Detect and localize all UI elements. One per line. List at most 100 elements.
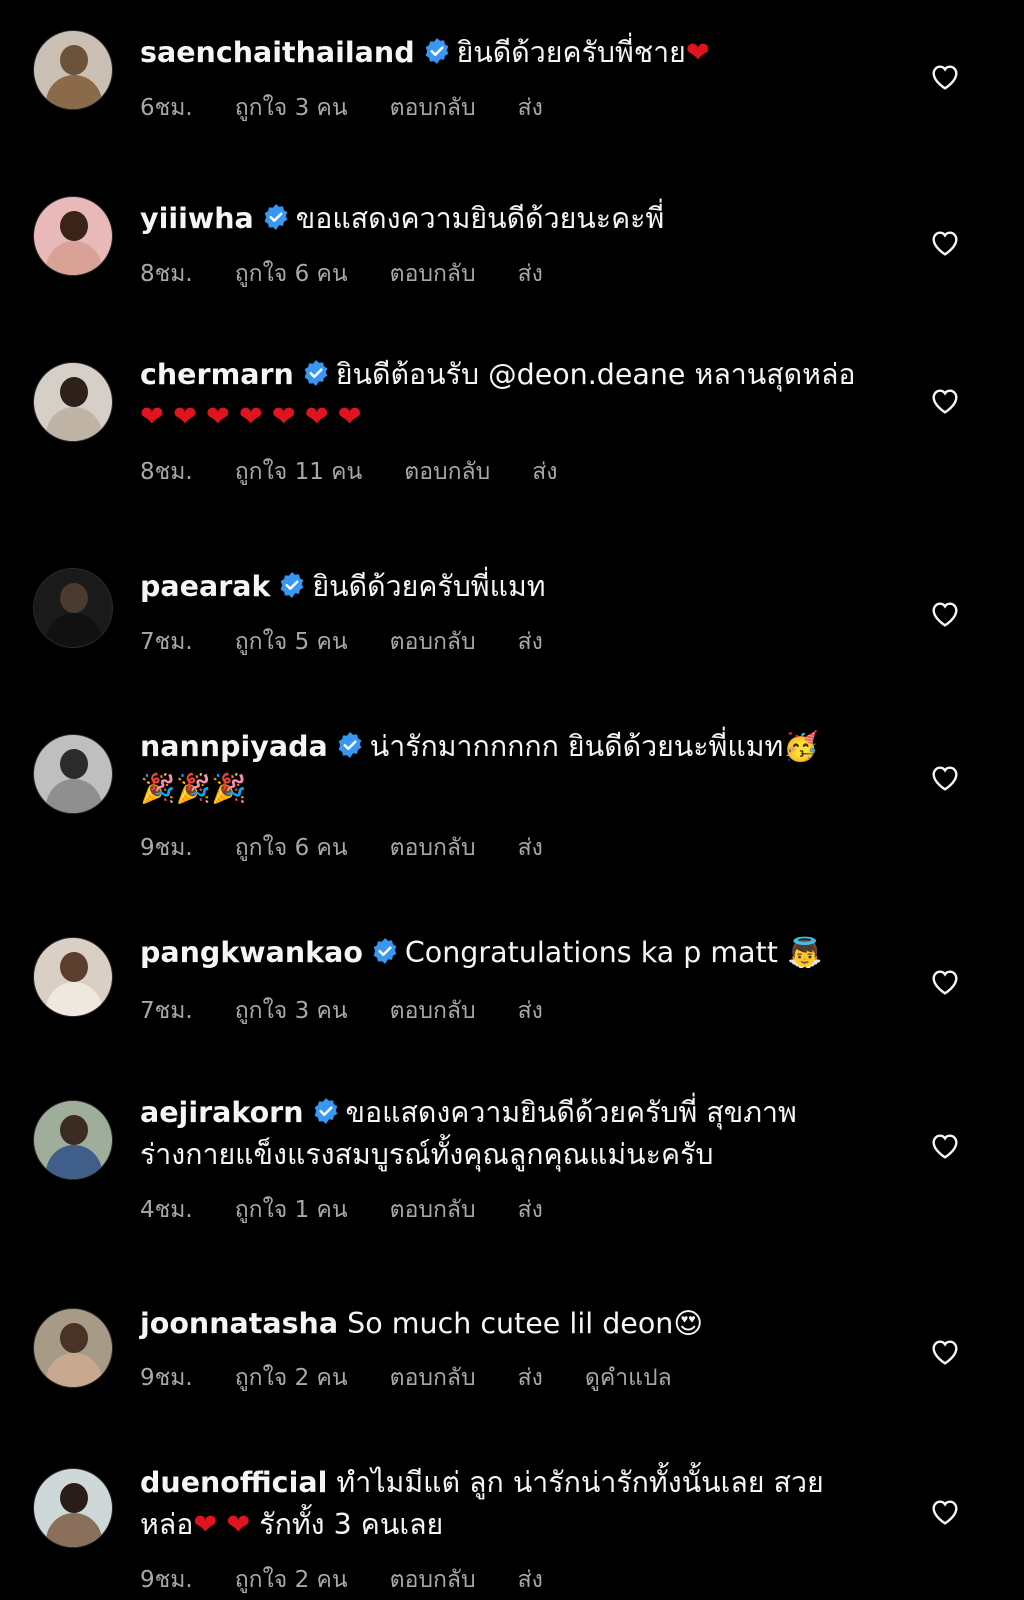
comment-time: 4ชม. [140, 1197, 193, 1223]
send-button[interactable]: ส่ง [518, 1360, 543, 1396]
reply-button[interactable]: ตอบกลับ [390, 256, 476, 292]
send-button[interactable]: ส่ง [518, 90, 543, 126]
comment-text-block: paearak ยินดีด้วยครับพี่แมท [140, 566, 860, 608]
comment-text-continued: รักทั้ง 3 คนเลย [259, 1508, 444, 1541]
comment-text: Congratulations ka p matt [404, 936, 778, 969]
avatar[interactable] [33, 1468, 113, 1548]
comment-username[interactable]: yiiiwha [140, 202, 254, 235]
comment-time: 7ชม. [140, 998, 193, 1024]
like-heart-icon[interactable] [928, 1130, 962, 1162]
reply-button[interactable]: ตอบกลับ [390, 624, 476, 660]
comment-username[interactable]: pangkwankao [140, 936, 363, 969]
like-count[interactable]: ถูกใจ 2 คน [235, 1360, 348, 1396]
like-heart-icon[interactable] [928, 227, 962, 259]
verified-badge-icon [373, 938, 397, 964]
comment-text-block: yiiiwha ขอแสดงความยินดีด้วยนะคะพี่ [140, 198, 860, 240]
reply-button[interactable]: ตอบกลับ [404, 454, 490, 490]
reply-button[interactable]: ตอบกลับ [390, 993, 476, 1029]
avatar[interactable] [33, 1308, 113, 1388]
heart-emoji: ❤ [685, 36, 710, 69]
comment-time: 9ชม. [140, 1365, 193, 1391]
like-heart-icon[interactable] [928, 762, 962, 794]
comment-time: 8ชม. [140, 261, 193, 287]
heart-emoji: ❤ ❤ [193, 1508, 251, 1541]
comment-username[interactable]: aejirakorn [140, 1096, 304, 1129]
like-count[interactable]: ถูกใจ 2 คน [235, 1562, 348, 1598]
like-count[interactable]: ถูกใจ 3 คน [235, 90, 348, 126]
like-heart-icon[interactable] [928, 598, 962, 630]
comment-username[interactable]: duenofficial [140, 1466, 327, 1499]
comment-username[interactable]: chermarn [140, 358, 294, 391]
comment-meta: 9ชม. ถูกใจ 2 คน ตอบกลับ ส่ง ดูคำแปล [140, 1360, 714, 1396]
see-translation-button[interactable]: ดูคำแปล [585, 1360, 672, 1396]
like-heart-icon[interactable] [928, 1336, 962, 1368]
like-count[interactable]: ถูกใจ 11 คน [235, 454, 363, 490]
comment-time: 9ชม. [140, 1567, 193, 1593]
avatar[interactable] [33, 568, 113, 648]
send-button[interactable]: ส่ง [532, 454, 557, 490]
comment-username[interactable]: paearak [140, 570, 270, 603]
comment-text: ยินดีด้วยครับพี่แมท [312, 570, 546, 603]
like-count[interactable]: ถูกใจ 3 คน [235, 993, 348, 1029]
like-count[interactable]: ถูกใจ 6 คน [235, 256, 348, 292]
comment-username[interactable]: joonnatasha [140, 1307, 338, 1340]
avatar[interactable] [33, 937, 113, 1017]
verified-badge-icon [281, 572, 304, 598]
comment-text-block: joonnatasha So much cutee lil deon😍 [140, 1303, 860, 1345]
reply-button[interactable]: ตอบกลับ [390, 1192, 476, 1228]
comment-text-block: duenofficial ทำไมมีแต่ ลูก น่ารักน่ารักท… [140, 1462, 860, 1546]
avatar[interactable] [33, 1100, 113, 1180]
send-button[interactable]: ส่ง [518, 256, 543, 292]
heart-eyes-emoji: 😍 [673, 1307, 704, 1340]
like-count[interactable]: ถูกใจ 6 คน [235, 830, 348, 866]
comment-text-block: saenchaithailand ยินดีด้วยครับพี่ชาย❤ [140, 32, 860, 74]
avatar[interactable] [33, 30, 113, 110]
comment-time: 6ชม. [140, 95, 193, 121]
verified-badge-icon [338, 732, 362, 758]
angel-emoji: 👼 [787, 936, 823, 969]
comment-meta: 9ชม. ถูกใจ 2 คน ตอบกลับ ส่ง [140, 1562, 585, 1598]
comment-text: ยินดีด้วยครับพี่ชาย [456, 36, 686, 69]
reply-button[interactable]: ตอบกลับ [390, 830, 476, 866]
comment-text: ยินดีต้อนรับ @deon.deane หลานสุดหล่อ [335, 358, 856, 391]
verified-badge-icon [425, 38, 448, 64]
like-count[interactable]: ถูกใจ 5 คน [235, 624, 348, 660]
verified-badge-icon [304, 360, 328, 386]
heart-emoji: ❤ ❤ ❤ ❤ ❤ ❤ ❤ [140, 400, 362, 433]
comment-text-block: nannpiyada น่ารักมากกกกก ยินดีด้วยนะพี่แม… [140, 726, 860, 810]
comment-meta: 8ชม. ถูกใจ 11 คน ตอบกลับ ส่ง [140, 454, 600, 490]
comment-meta: 7ชม. ถูกใจ 5 คน ตอบกลับ ส่ง [140, 624, 585, 660]
reply-button[interactable]: ตอบกลับ [390, 1360, 476, 1396]
send-button[interactable]: ส่ง [518, 1192, 543, 1228]
send-button[interactable]: ส่ง [518, 993, 543, 1029]
comment-meta: 7ชม. ถูกใจ 3 คน ตอบกลับ ส่ง [140, 993, 585, 1029]
comment-time: 7ชม. [140, 629, 193, 655]
comment-text: ขอแสดงความยินดีด้วยนะคะพี่ [295, 202, 665, 235]
comment-text-block: chermarn ยินดีต้อนรับ @deon.deane หลานสุด… [140, 354, 860, 438]
reply-button[interactable]: ตอบกลับ [390, 90, 476, 126]
comment-time: 8ชม. [140, 459, 193, 485]
like-heart-icon[interactable] [928, 966, 962, 998]
comment-meta: 6ชม. ถูกใจ 3 คน ตอบกลับ ส่ง [140, 90, 585, 126]
avatar[interactable] [33, 196, 113, 276]
like-count[interactable]: ถูกใจ 1 คน [235, 1192, 348, 1228]
reply-button[interactable]: ตอบกลับ [390, 1562, 476, 1598]
send-button[interactable]: ส่ง [518, 624, 543, 660]
send-button[interactable]: ส่ง [518, 1562, 543, 1598]
comment-time: 9ชม. [140, 835, 193, 861]
comment-meta: 4ชม. ถูกใจ 1 คน ตอบกลับ ส่ง [140, 1192, 585, 1228]
comment-text-block: pangkwankao Congratulations ka p matt 👼 [140, 932, 860, 974]
like-heart-icon[interactable] [928, 1496, 962, 1528]
comment-meta: 9ชม. ถูกใจ 6 คน ตอบกลับ ส่ง [140, 830, 585, 866]
send-button[interactable]: ส่ง [518, 830, 543, 866]
avatar[interactable] [33, 362, 113, 442]
comment-username[interactable]: nannpiyada [140, 730, 328, 763]
avatar[interactable] [33, 734, 113, 814]
comment-text-block: aejirakorn ขอแสดงความยินดีด้วยครับพี่ สุข… [140, 1092, 860, 1176]
like-heart-icon[interactable] [928, 61, 962, 93]
like-heart-icon[interactable] [928, 385, 962, 417]
verified-badge-icon [314, 1098, 337, 1124]
comment-meta: 8ชม. ถูกใจ 6 คน ตอบกลับ ส่ง [140, 256, 585, 292]
comment-text: So much cutee lil deon [347, 1307, 674, 1340]
comment-username[interactable]: saenchaithailand [140, 36, 415, 69]
